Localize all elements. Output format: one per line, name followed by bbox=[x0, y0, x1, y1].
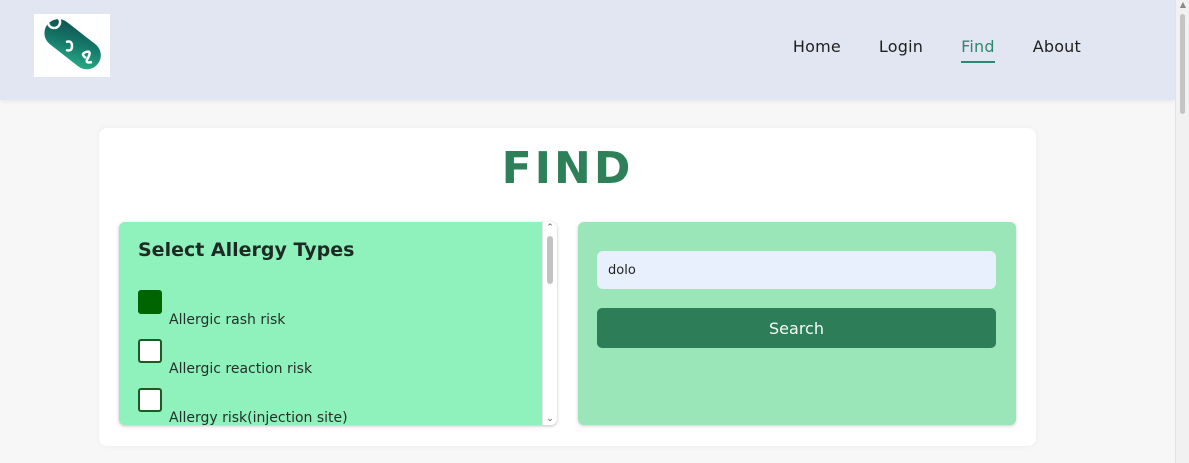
allergy-checkbox-checked[interactable] bbox=[138, 290, 162, 314]
nav-login-link[interactable]: Login bbox=[879, 36, 923, 60]
allergy-heading: Select Allergy Types bbox=[138, 239, 355, 261]
chevron-up-icon[interactable]: ⌃ bbox=[543, 222, 557, 234]
allergy-checkbox[interactable] bbox=[138, 388, 162, 412]
allergy-option-label: Allergy risk(injection site) bbox=[169, 410, 348, 425]
nav-about-link[interactable]: About bbox=[1033, 36, 1081, 60]
scroll-up-arrow-icon[interactable]: ▲ bbox=[1178, 0, 1188, 10]
page-scroll-thumb[interactable] bbox=[1180, 14, 1185, 114]
find-card: FIND Select Allergy Types Allergic rash … bbox=[99, 128, 1036, 446]
chevron-down-icon[interactable]: ⌄ bbox=[543, 413, 557, 425]
allergy-panel: Select Allergy Types Allergic rash risk … bbox=[119, 222, 557, 425]
page-title: FIND bbox=[501, 143, 634, 194]
search-button[interactable]: Search bbox=[597, 308, 996, 348]
allergy-option-label: Allergic rash risk bbox=[169, 312, 286, 328]
allergy-scroll-thumb[interactable] bbox=[547, 236, 553, 284]
nav-home-link[interactable]: Home bbox=[793, 36, 841, 60]
logo[interactable] bbox=[34, 14, 110, 77]
search-panel: Search bbox=[578, 222, 1016, 425]
page-scrollbar[interactable]: ▲ bbox=[1175, 0, 1189, 463]
top-navbar: Home Login Find About bbox=[0, 0, 1175, 100]
nav-find-link[interactable]: Find bbox=[961, 36, 995, 63]
allergy-option-label: Allergic reaction risk bbox=[169, 361, 313, 377]
search-input[interactable] bbox=[597, 251, 996, 289]
main-nav: Home Login Find About bbox=[793, 36, 1081, 63]
allergy-list-scrollbar[interactable]: ⌃ ⌄ bbox=[542, 222, 557, 425]
allergy-checkbox[interactable] bbox=[138, 339, 162, 363]
pds-capsule-logo-icon bbox=[44, 14, 101, 70]
